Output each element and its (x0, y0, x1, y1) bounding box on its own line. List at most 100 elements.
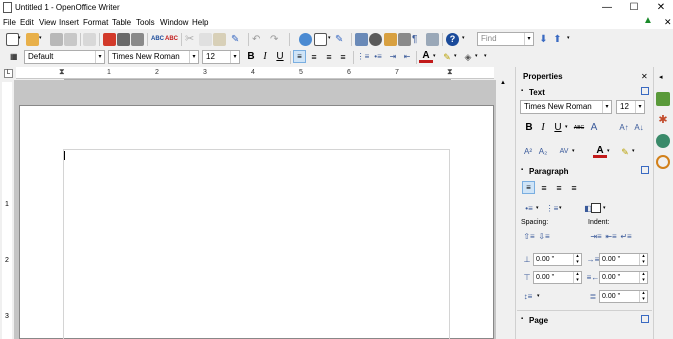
sidebar-justify-button[interactable]: ≡ (567, 181, 581, 195)
edit-mode-icon[interactable] (83, 33, 96, 46)
paragraph-more-options-icon[interactable] (641, 166, 649, 174)
chevron-down-icon[interactable]: ▾ (95, 51, 104, 63)
gallery-tab-icon[interactable] (656, 134, 670, 148)
bold-button[interactable]: B (244, 50, 258, 64)
hanging-indent-icon[interactable]: ↵≡ (619, 230, 633, 244)
menu-file[interactable]: File (3, 18, 16, 27)
underline-button[interactable]: U (273, 50, 287, 64)
close-document-button[interactable]: ✕ (664, 17, 672, 28)
sidebar-align-left-button[interactable]: ≡ (522, 181, 535, 194)
menu-insert[interactable]: Insert (59, 18, 79, 27)
italic-button[interactable]: I (258, 50, 272, 64)
chevron-down-icon[interactable]: ▾ (189, 51, 198, 63)
sidebar-bullets-icon[interactable]: •≡ (522, 202, 536, 216)
styles-formatting-icon[interactable]: ▦ (10, 52, 18, 61)
align-left-button[interactable]: ≡ (293, 50, 306, 63)
increase-indent-icon[interactable]: ⇥ (386, 50, 400, 64)
spinner-arrows-icon[interactable]: ▴ ▾ (639, 271, 647, 283)
paragraph-background-dropdown-icon[interactable]: ▾ (603, 205, 606, 211)
undo-icon[interactable]: ↶ (252, 33, 265, 46)
indent-before-field[interactable]: 0.00 " ▴ ▾ (599, 253, 648, 266)
sidebar-close-button[interactable]: ✕ (641, 72, 648, 81)
character-spacing-icon[interactable]: AV (557, 145, 571, 159)
find-replace-icon[interactable] (355, 33, 368, 46)
navigator-tab-icon[interactable] (656, 155, 670, 169)
superscript-icon[interactable]: A² (521, 145, 535, 159)
formatting-toolbar-options-icon[interactable]: ▾ (484, 53, 487, 59)
update-icon[interactable]: ▲ (643, 16, 653, 26)
highlighting-dropdown-icon[interactable]: ▾ (454, 53, 457, 59)
sidebar-highlighting-dropdown-icon[interactable]: ▾ (632, 148, 635, 154)
minimize-button[interactable]: — (596, 1, 618, 14)
find-previous-icon[interactable]: ⬆ (551, 33, 564, 46)
formatting-marks-icon[interactable]: ¶ (412, 33, 425, 46)
sidebar-italic-button[interactable]: I (536, 121, 550, 135)
indent-after-field[interactable]: 0.00 " ▴ ▾ (599, 271, 648, 284)
sidebar-font-color-dropdown-icon[interactable]: ▾ (607, 148, 610, 154)
vertical-scrollbar[interactable]: ▲ (496, 80, 512, 339)
line-spacing-dropdown-icon[interactable]: ▾ (537, 293, 540, 299)
spacing-dropdown-icon[interactable]: ▾ (572, 148, 575, 154)
open-folder-icon[interactable] (26, 33, 39, 46)
spinner-arrows-icon[interactable]: ▴ ▾ (573, 253, 581, 265)
menu-tools[interactable]: Tools (136, 18, 155, 27)
hyperlink-icon[interactable] (299, 33, 312, 46)
font-color-dropdown-icon[interactable]: ▾ (433, 53, 436, 59)
align-right-button[interactable]: ≡ (322, 50, 336, 64)
menu-window[interactable]: Window (160, 18, 188, 27)
sidebar-numbering-icon[interactable]: ⋮≡ (545, 202, 559, 216)
increase-font-icon[interactable]: A↑ (617, 121, 631, 135)
collapse-paragraph-icon[interactable]: ▪ (521, 167, 523, 173)
gallery-icon[interactable] (384, 33, 397, 46)
bullets-icon[interactable]: •≡ (371, 50, 385, 64)
table-icon[interactable] (314, 33, 327, 46)
sidebar-shadow-button[interactable]: A (587, 121, 601, 135)
sidebar-font-size-select[interactable]: 12 ▾ (616, 100, 645, 114)
spacing-below-field[interactable]: 0.00 " ▴ ▾ (533, 271, 582, 284)
show-draw-functions-icon[interactable]: ✎ (335, 33, 348, 46)
close-button[interactable]: ✕ (650, 1, 672, 14)
save-icon[interactable] (50, 33, 63, 46)
find-input[interactable]: Find ▾ (477, 32, 534, 46)
font-color-icon[interactable]: A (419, 50, 433, 63)
sidebar-underline-button[interactable]: U (551, 121, 565, 135)
tab-stop-selector[interactable]: L (4, 69, 13, 78)
decrease-font-icon[interactable]: A↓ (632, 121, 646, 135)
spinner-arrows-icon[interactable]: ▴ ▾ (639, 290, 647, 302)
right-indent-marker-icon[interactable]: ⧗ (447, 67, 453, 77)
sidebar-bold-button[interactable]: B (522, 121, 536, 135)
find-dropdown-icon[interactable]: ▾ (524, 33, 533, 45)
line-spacing-icon[interactable]: ↕≡ (521, 290, 535, 304)
sidebar-strikethrough-button[interactable]: ABC (572, 121, 586, 135)
spellcheck-icon[interactable]: ABC (151, 33, 164, 46)
chevron-down-icon[interactable]: ▾ (230, 51, 239, 63)
text-boundary[interactable] (63, 149, 450, 339)
font-name-select[interactable]: Times New Roman ▾ (108, 50, 199, 64)
data-sources-icon[interactable] (398, 33, 411, 46)
increase-spacing-icon[interactable]: ⇧≡ (522, 230, 536, 244)
menu-view[interactable]: View (39, 18, 56, 27)
background-color-dropdown-icon[interactable]: ▾ (475, 53, 478, 59)
collapse-text-icon[interactable]: ▪ (521, 88, 523, 94)
chevron-down-icon[interactable]: ▾ (602, 101, 611, 113)
maximize-button[interactable]: ☐ (623, 1, 645, 14)
background-color-icon[interactable]: ◈ (461, 50, 475, 64)
sidebar-highlighting-icon[interactable]: ✎ (618, 145, 632, 159)
scroll-up-arrow-icon[interactable]: ▲ (500, 80, 506, 86)
decrease-spacing-icon[interactable]: ⇩≡ (537, 230, 551, 244)
help-icon[interactable]: ? (446, 33, 459, 46)
text-more-options-icon[interactable] (641, 87, 649, 95)
menu-format[interactable]: Format (83, 18, 108, 27)
toolbar-options-icon[interactable]: ▾ (462, 35, 465, 41)
menu-table[interactable]: Table (112, 18, 131, 27)
sidebar-decrease-indent-icon[interactable]: ⇤≡ (604, 230, 618, 244)
font-size-select[interactable]: 12 ▾ (202, 50, 240, 64)
sidebar-align-right-button[interactable]: ≡ (552, 181, 566, 195)
bullets-dropdown-icon[interactable]: ▾ (536, 205, 539, 211)
autospellcheck-icon[interactable]: ABC (165, 33, 178, 46)
sidebar-increase-indent-icon[interactable]: ⇥≡ (589, 230, 603, 244)
vertical-ruler[interactable] (2, 82, 12, 339)
align-center-button[interactable]: ≡ (307, 50, 321, 64)
paste-icon[interactable] (213, 33, 226, 46)
spacing-above-field[interactable]: 0.00 " ▴ ▾ (533, 253, 582, 266)
